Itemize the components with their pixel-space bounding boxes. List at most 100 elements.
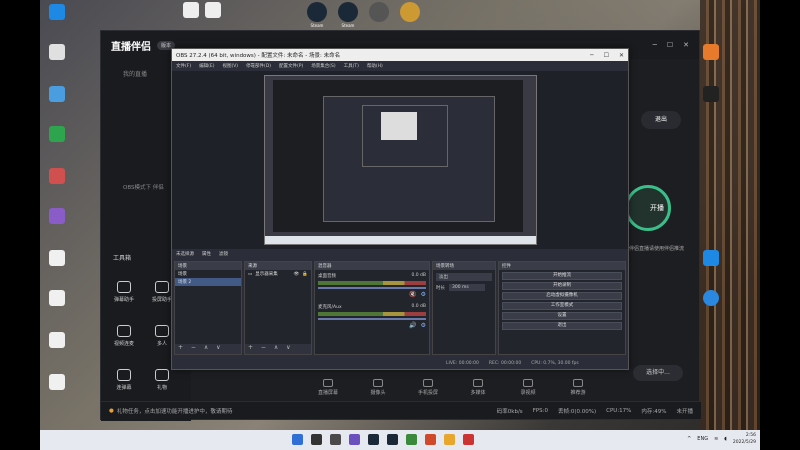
tool-game[interactable]: 推荐游 [561,379,595,396]
app-icon [369,2,389,22]
menu-docks[interactable]: 停靠部件(D) [246,63,271,69]
virtual-camera-button[interactable]: 启动虚拟摄像机 [502,292,622,300]
app-icon[interactable] [406,434,417,445]
lock-icon[interactable]: 🔒 [302,272,308,277]
screen-frame: Steam Steam 直播伴侣 版本 ─ ☐ ✕ 我的直播 OBS模式下 伴侣… [0,0,800,450]
controls-title: 控件 [499,262,625,270]
steam-icon[interactable] [387,434,398,445]
maximize-button[interactable]: ☐ [667,41,673,49]
obs-preview-canvas[interactable] [264,75,537,245]
search-icon[interactable] [311,434,322,445]
sources-controls[interactable]: + − ∧ ∨ [245,344,311,354]
desktop-shortcut[interactable] [42,374,72,392]
recursive-obs-preview-3 [381,112,417,140]
windows-start-icon[interactable] [292,434,303,445]
volume-fader[interactable] [318,318,426,320]
obs-icon[interactable] [463,434,474,445]
obs-minimize-button[interactable]: ─ [590,52,594,59]
app-icon[interactable] [425,434,436,445]
tool-video-link[interactable]: 视频连麦 [107,325,141,347]
obs-maximize-button[interactable]: ☐ [604,52,609,59]
desktop-shortcut[interactable]: Steam [302,2,332,28]
source-item[interactable]: ▭ 显示器采集 👁 🔒 [245,270,311,278]
desktop-shortcut[interactable] [395,2,425,23]
mixer-title: 混音器 [315,262,429,270]
tray-chevron-icon[interactable]: ^ [687,436,691,442]
eye-icon[interactable]: 👁 [294,272,300,277]
stat-cpu: CPU:17% [606,407,632,414]
transitions-body: 淡出 时长 300 ms [433,270,495,354]
tool-media[interactable]: 多媒体 [461,379,495,396]
speaker-icon[interactable]: ◖ [724,436,727,442]
desktop-shortcut[interactable]: Steam [333,2,363,28]
stat-fps: FPS:0 [532,407,549,414]
taskbar: ^ ENG ≋ ◖ 2:56 2022/5/29 [40,430,760,450]
filters-button[interactable]: 滤镜 [219,251,228,257]
tool-screen[interactable]: 直播屏幕 [311,379,345,396]
wifi-icon[interactable]: ≋ [714,436,718,442]
gear-icon[interactable]: ⚙ [421,291,426,298]
desktop-shortcut[interactable] [42,332,72,350]
menu-edit[interactable]: 编辑(E) [199,63,214,69]
clock[interactable]: 2:56 2022/5/29 [733,432,756,446]
desktop-shortcut[interactable] [42,250,72,268]
steam-icon[interactable] [368,434,379,445]
transitions-title: 场景转场 [433,262,495,270]
menu-view[interactable]: 视图(V) [222,63,238,69]
exit-button[interactable]: 退出 [502,322,622,330]
menu-scene-collection[interactable]: 场景集合(S) [311,63,335,69]
mixer-body: 桌面音频 0.0 dB 🔇 ⚙ 麦克风/Aux 0.0 dB 🔊 ⚙ [315,270,429,354]
scene-item[interactable]: 场景 [175,270,241,278]
desktop-shortcut[interactable] [42,126,72,144]
tool-link-danmaku[interactable]: 连弹幕 [107,369,141,391]
speaker-icon[interactable]: 🔊 [409,322,416,329]
recycle-bin-icon [49,44,65,60]
transition-select[interactable]: 淡出 [436,273,492,281]
tool-camera[interactable]: 摄像头 [361,379,395,396]
mute-icon[interactable]: 🔇 [409,291,416,298]
scenes-controls[interactable]: + − ∧ ∨ [175,344,241,354]
tool-phone-cast[interactable]: 手机投屏 [411,379,445,396]
menu-profile[interactable]: 配置文件(P) [279,63,303,69]
minimize-button[interactable]: ─ [653,41,657,49]
scene-item[interactable]: 场景 2 [175,278,241,286]
app-icon[interactable] [444,434,455,445]
obs-close-button[interactable]: ✕ [619,52,624,59]
select-button[interactable]: 选择中... [633,365,683,381]
status-notice: 礼物任务，点击加速功能开播进护中，敬请期待 [116,408,233,415]
task-view-icon[interactable] [330,434,341,445]
language-indicator[interactable]: ENG [697,436,708,442]
wechat-icon [49,126,65,142]
studio-mode-button[interactable]: 工作室模式 [502,302,622,310]
tool-danmaku-helper[interactable]: 弹幕助手 [107,281,141,303]
close-button[interactable]: ✕ [683,41,689,49]
chat-icon[interactable] [349,434,360,445]
duration-input[interactable]: 300 ms [449,284,485,291]
menu-tools[interactable]: 工具(T) [344,63,359,69]
tab-my-live[interactable]: 我的直播 [123,69,147,78]
properties-button[interactable]: 属性 [202,251,211,257]
desktop-shortcut[interactable] [198,2,228,20]
start-streaming-button[interactable]: 开始推流 [502,272,622,280]
desktop-shortcut[interactable] [42,86,72,104]
desktop-shortcut[interactable] [364,2,394,23]
camera-icon [373,379,383,387]
start-live-button[interactable]: 开播 [625,185,671,231]
desktop-shortcut[interactable] [42,208,72,226]
gear-icon[interactable]: ⚙ [421,322,426,329]
stat-live-state: 未开播 [676,408,693,415]
settings-button[interactable]: 设置 [502,312,622,320]
monitor-icon [323,379,333,387]
desktop-shortcut[interactable] [42,168,72,186]
menu-help[interactable]: 帮助(H) [367,63,383,69]
desktop-shortcut[interactable] [42,4,72,22]
volume-fader[interactable] [318,287,426,289]
controls-body: 开始推流 开始录制 启动虚拟摄像机 工作室模式 设置 退出 [499,270,625,354]
desktop-shortcut[interactable] [42,44,72,62]
tool-gift[interactable]: 礼物 [145,369,179,391]
menu-file[interactable]: 文件(F) [176,63,191,69]
desktop-shortcut[interactable] [42,290,72,308]
start-recording-button[interactable]: 开始录制 [502,282,622,290]
logout-button[interactable]: 退出 [641,111,681,129]
tool-record[interactable]: 录视频 [511,379,545,396]
